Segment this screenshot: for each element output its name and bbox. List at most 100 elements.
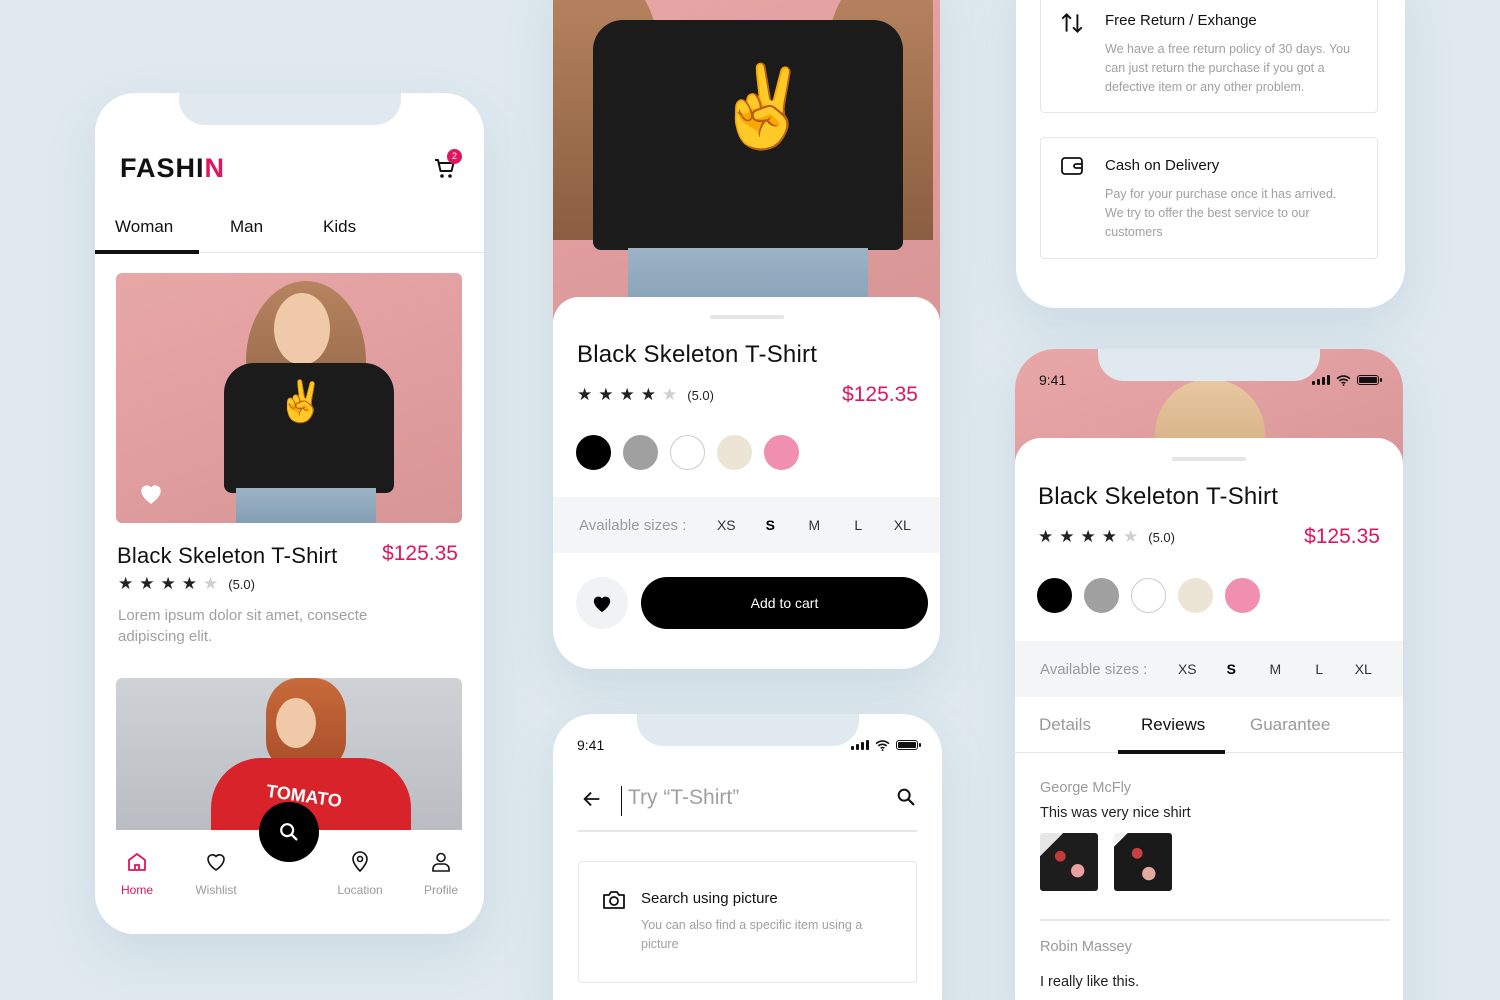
sizes-label: Available sizes : [1040, 660, 1148, 678]
color-swatch-pink[interactable] [1225, 578, 1260, 613]
battery-icon [896, 740, 921, 750]
search-by-picture-card[interactable]: Search using picture You can also find a… [578, 861, 917, 983]
sheet-handle[interactable] [710, 315, 784, 319]
product-hero-image: ✌ [553, 0, 940, 320]
category-tabs: Woman Man Kids [95, 213, 484, 254]
size-s[interactable]: S [1209, 661, 1253, 677]
rating-value: (5.0) [687, 387, 714, 403]
wishlist-button[interactable] [576, 577, 628, 629]
size-m[interactable]: M [792, 517, 836, 533]
size-xs[interactable]: XS [1165, 661, 1209, 677]
swap-arrows-icon [1061, 12, 1083, 34]
color-swatch-beige[interactable] [1178, 578, 1213, 613]
search-icon[interactable] [895, 786, 917, 808]
return-title: Free Return / Exhange [1105, 12, 1257, 29]
search-screen: 9:41 Try “T-Shirt” Search using picture … [553, 714, 942, 1000]
color-swatch-gray[interactable] [623, 435, 658, 470]
status-time: 9:41 [577, 737, 605, 753]
picture-search-title: Search using picture [641, 890, 778, 907]
tab-reviews[interactable]: Reviews [1141, 715, 1205, 735]
star-icon: ★ [1080, 527, 1096, 546]
rating-value: (5.0) [1148, 529, 1175, 545]
tab-details[interactable]: Details [1039, 715, 1091, 735]
product-rating: ★ ★ ★ ★ ★ (5.0) [1038, 527, 1175, 547]
search-input[interactable]: Try “T-Shirt” [621, 786, 881, 816]
review-photo[interactable] [1040, 833, 1098, 891]
color-swatch-black[interactable] [576, 435, 611, 470]
cod-description: Pay for your purchase once it has arrive… [1105, 187, 1337, 239]
size-s[interactable]: S [748, 517, 792, 533]
return-description: We have a free return policy of 30 days.… [1105, 42, 1351, 94]
size-xs[interactable]: XS [704, 517, 748, 533]
review-item: George McFly This was very nice shirt [1040, 780, 1390, 891]
color-swatch-beige[interactable] [717, 435, 752, 470]
camera-icon [603, 891, 625, 909]
color-swatch-pink[interactable] [764, 435, 799, 470]
search-fab[interactable] [259, 802, 319, 862]
heart-icon[interactable] [138, 481, 164, 505]
product-price: $125.35 [842, 383, 918, 406]
logo-text-accent: N [204, 153, 226, 183]
search-placeholder: Try “T-Shirt” [628, 786, 740, 809]
star-icon: ★ [640, 385, 656, 404]
status-icons [1312, 374, 1382, 386]
home-screen: FASHIN 2 Woman Man Kids ✌ Black Skeleton… [95, 93, 484, 934]
star-icon: ★ [203, 574, 219, 593]
model-face [276, 698, 316, 748]
tab-guarantee[interactable]: Guarantee [1250, 715, 1330, 735]
nav-wishlist-label: Wishlist [195, 883, 237, 897]
search-icon [280, 823, 298, 841]
guarantee-screen: Free Return / Exhange We have a free ret… [1016, 0, 1405, 308]
tab-active-indicator [95, 250, 199, 254]
product-image[interactable]: ✌ [116, 273, 462, 523]
tab-active-indicator [1118, 750, 1225, 754]
wifi-icon [1336, 374, 1351, 386]
tab-kids[interactable]: Kids [323, 217, 356, 237]
color-swatch-white[interactable] [670, 435, 705, 470]
battery-icon [1357, 375, 1382, 385]
star-icon: ★ [1101, 527, 1117, 546]
add-to-cart-button[interactable]: Add to cart [641, 577, 928, 629]
tab-man[interactable]: Man [230, 217, 263, 237]
star-icon: ★ [577, 385, 593, 404]
review-photo[interactable] [1114, 833, 1172, 891]
color-swatch-black[interactable] [1037, 578, 1072, 613]
signal-icon [851, 740, 869, 750]
nav-location[interactable]: Location [335, 850, 385, 897]
size-xl[interactable]: XL [1341, 661, 1385, 677]
nav-wishlist[interactable]: Wishlist [191, 850, 241, 897]
skeleton-print: ✌ [713, 62, 813, 151]
product-name[interactable]: Black Skeleton T-Shirt [117, 543, 337, 569]
heart-icon [593, 596, 611, 613]
color-swatch-white[interactable] [1131, 578, 1166, 613]
review-author: George McFly [1040, 780, 1132, 796]
location-pin-icon [352, 851, 368, 873]
review-photos [1040, 833, 1390, 891]
star-icon: ★ [1038, 527, 1054, 546]
nav-profile-label: Profile [423, 883, 458, 897]
status-time: 9:41 [1039, 372, 1067, 388]
bottom-navigation: Home Wishlist Location Profile [95, 802, 484, 934]
nav-profile[interactable]: Profile [416, 850, 466, 897]
cart-button[interactable]: 2 [433, 149, 463, 185]
product-description: Lorem ipsum dolor sit amet, consecte adi… [118, 607, 368, 645]
wifi-icon [875, 739, 890, 751]
color-swatches [1037, 578, 1260, 613]
nav-location-label: Location [337, 883, 383, 897]
back-arrow-icon[interactable] [581, 788, 603, 810]
phone-notch [178, 93, 401, 125]
size-l[interactable]: L [1297, 661, 1341, 677]
size-l[interactable]: L [836, 517, 880, 533]
nav-home[interactable]: Home [117, 850, 157, 897]
tab-woman[interactable]: Woman [115, 217, 173, 237]
product-rating: ★ ★ ★ ★ ★ (5.0) [118, 574, 255, 594]
size-xl[interactable]: XL [880, 517, 924, 533]
size-m[interactable]: M [1253, 661, 1297, 677]
heart-icon [207, 854, 225, 871]
sheet-handle[interactable] [1172, 457, 1246, 461]
signal-icon [1312, 375, 1330, 385]
product-rating: ★ ★ ★ ★ ★ (5.0) [577, 385, 714, 405]
product-price: $125.35 [382, 542, 458, 565]
color-swatch-gray[interactable] [1084, 578, 1119, 613]
app-logo: FASHIN [120, 153, 225, 184]
